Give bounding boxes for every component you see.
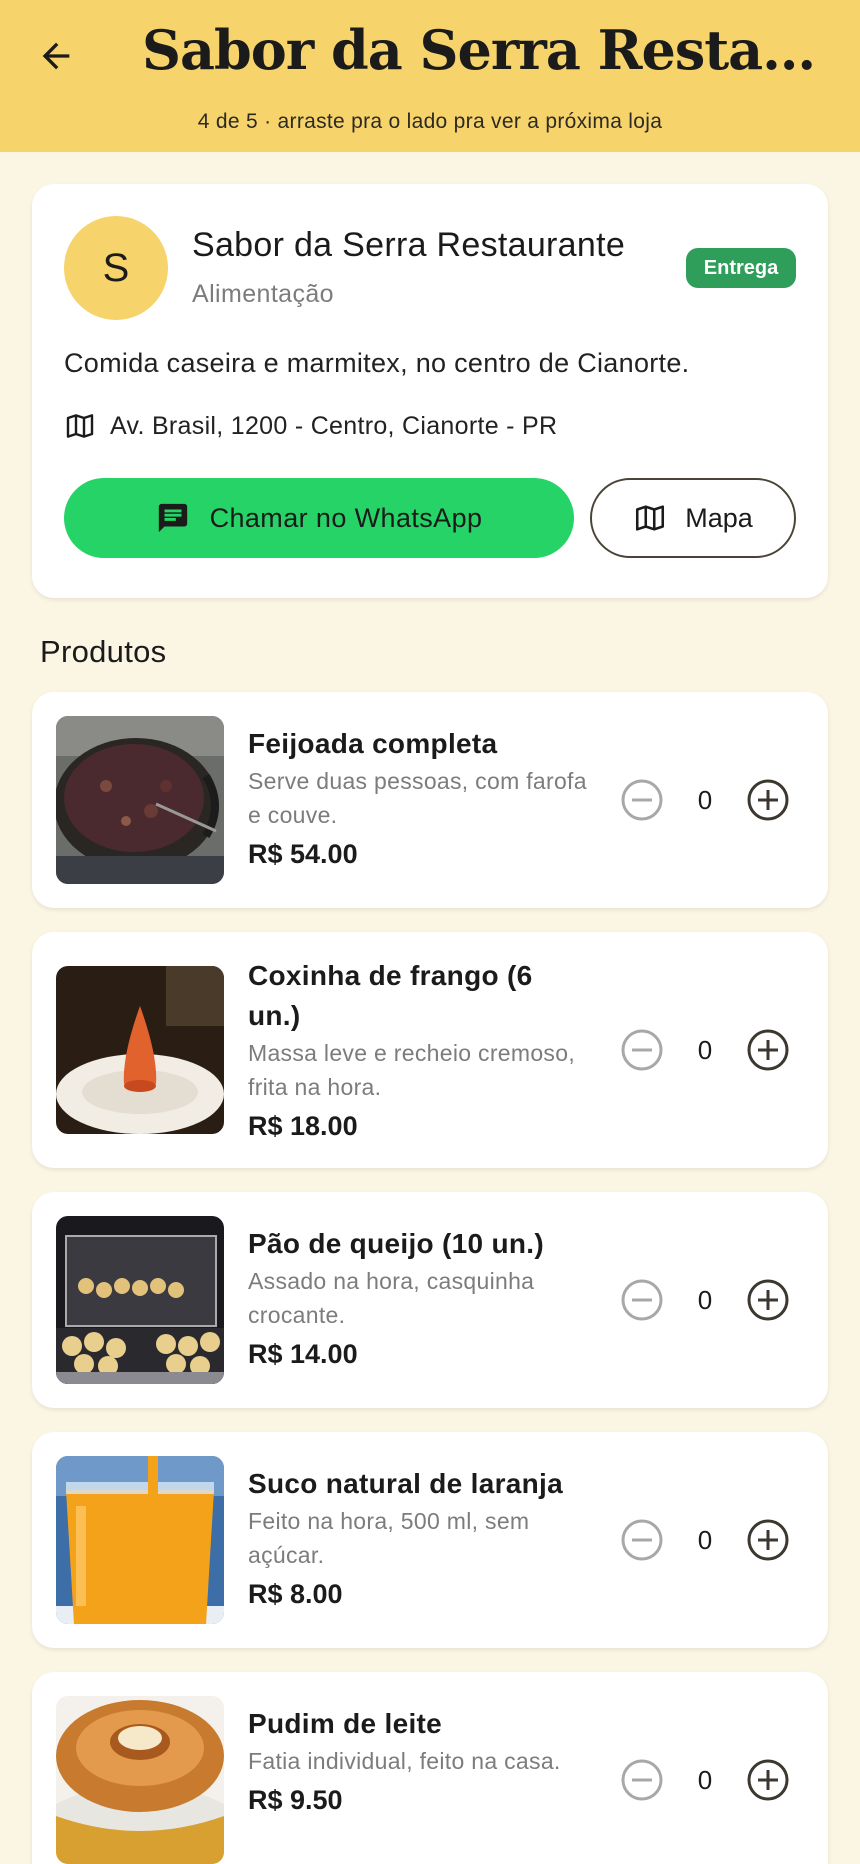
quantity-stepper: 0 bbox=[620, 1518, 790, 1562]
product-card: Feijoada completa Serve duas pessoas, co… bbox=[32, 692, 828, 908]
map-button[interactable]: Mapa bbox=[590, 478, 796, 558]
decrease-button[interactable] bbox=[620, 778, 664, 822]
decrease-button[interactable] bbox=[620, 1518, 664, 1562]
store-address: Av. Brasil, 1200 - Centro, Cianorte - PR bbox=[64, 406, 557, 446]
feijoada-image bbox=[56, 716, 224, 884]
increase-button[interactable] bbox=[746, 1518, 790, 1562]
pudim-image bbox=[56, 1696, 224, 1864]
page-title: Sabor da Serra Restaur… bbox=[142, 18, 832, 82]
product-info: Pão de queijo (10 un.) Assado na hora, c… bbox=[248, 1224, 588, 1374]
increase-button[interactable] bbox=[746, 1758, 790, 1802]
product-price: R$ 54.00 bbox=[248, 839, 358, 869]
store-avatar: S bbox=[64, 216, 168, 320]
pao-de-queijo-image bbox=[56, 1216, 224, 1384]
map-icon bbox=[66, 414, 94, 438]
map-icon bbox=[636, 505, 665, 531]
store-name: Sabor da Serra Restaurante bbox=[192, 226, 626, 264]
whatsapp-button-label: Chamar no WhatsApp bbox=[209, 502, 483, 533]
map-button-label: Mapa bbox=[685, 502, 753, 533]
product-name: Pudim de leite bbox=[248, 1708, 443, 1739]
product-info: Coxinha de frango (6 un.) Massa leve e r… bbox=[248, 956, 588, 1146]
quantity-stepper: 0 bbox=[620, 1758, 790, 1802]
product-card: Suco natural de laranja Feito na hora, 5… bbox=[32, 1432, 828, 1648]
minus-circle-icon bbox=[621, 1519, 663, 1561]
product-card: Coxinha de frango (6 un.) Massa leve e r… bbox=[32, 932, 828, 1168]
arrow-left-icon bbox=[42, 42, 70, 70]
product-info: Suco natural de laranja Feito na hora, 5… bbox=[248, 1464, 588, 1614]
store-category: Alimentação bbox=[192, 280, 334, 308]
minus-circle-icon bbox=[621, 1279, 663, 1321]
increase-button[interactable] bbox=[746, 1028, 790, 1072]
decrease-button[interactable] bbox=[620, 1278, 664, 1322]
product-card: Pão de queijo (10 un.) Assado na hora, c… bbox=[32, 1192, 828, 1408]
minus-circle-icon bbox=[621, 779, 663, 821]
quantity-stepper: 0 bbox=[620, 1278, 790, 1322]
plus-circle-icon bbox=[747, 1029, 789, 1071]
plus-circle-icon bbox=[747, 1519, 789, 1561]
product-description: Fatia individual, feito na casa. bbox=[248, 1748, 561, 1774]
product-name: Feijoada completa bbox=[248, 728, 498, 759]
minus-circle-icon bbox=[621, 1029, 663, 1071]
product-name: Coxinha de frango (6 un.) bbox=[248, 960, 533, 1031]
delivery-badge: Entrega bbox=[686, 248, 796, 288]
quantity-value: 0 bbox=[697, 1034, 713, 1065]
plus-circle-icon bbox=[747, 1759, 789, 1801]
back-button[interactable] bbox=[30, 30, 82, 82]
swipe-hint: 4 de 5 · arraste pra o lado pra ver a pr… bbox=[197, 110, 663, 133]
increase-button[interactable] bbox=[746, 778, 790, 822]
quantity-value: 0 bbox=[697, 1764, 713, 1795]
product-description: Feito na hora, 500 ml, sem açúcar. bbox=[248, 1508, 530, 1568]
quantity-stepper: 0 bbox=[620, 778, 790, 822]
store-description: Comida caseira e marmitex, no centro de … bbox=[64, 348, 690, 378]
quantity-stepper: 0 bbox=[620, 1028, 790, 1072]
decrease-button[interactable] bbox=[620, 1028, 664, 1072]
chat-icon bbox=[158, 503, 187, 533]
increase-button[interactable] bbox=[746, 1278, 790, 1322]
quantity-value: 0 bbox=[697, 1284, 713, 1315]
product-price: R$ 18.00 bbox=[248, 1111, 358, 1141]
product-info: Feijoada completa Serve duas pessoas, co… bbox=[248, 724, 588, 874]
product-description: Serve duas pessoas, com farofa e couve. bbox=[248, 768, 587, 828]
quantity-value: 0 bbox=[697, 1524, 713, 1555]
coxinha-image bbox=[56, 966, 224, 1134]
plus-circle-icon bbox=[747, 779, 789, 821]
store-card: S Sabor da Serra Restaurante Alimentação… bbox=[32, 184, 828, 598]
app-header: Sabor da Serra Restaur… 4 de 5 · arraste… bbox=[0, 0, 860, 152]
minus-circle-icon bbox=[621, 1759, 663, 1801]
quantity-value: 0 bbox=[697, 784, 713, 815]
whatsapp-button[interactable]: Chamar no WhatsApp bbox=[64, 478, 574, 558]
products-heading: Produtos bbox=[40, 634, 167, 669]
plus-circle-icon bbox=[747, 1279, 789, 1321]
product-price: R$ 14.00 bbox=[248, 1339, 358, 1369]
product-description: Massa leve e recheio cremoso, frita na h… bbox=[248, 1040, 576, 1100]
product-price: R$ 8.00 bbox=[248, 1579, 343, 1609]
product-info: Pudim de leite Fatia individual, feito n… bbox=[248, 1704, 588, 1820]
decrease-button[interactable] bbox=[620, 1758, 664, 1802]
product-name: Suco natural de laranja bbox=[248, 1468, 563, 1499]
address-text: Av. Brasil, 1200 - Centro, Cianorte - PR bbox=[110, 411, 558, 440]
product-price: R$ 9.50 bbox=[248, 1785, 343, 1815]
orange-juice-image bbox=[56, 1456, 224, 1624]
product-description: Assado na hora, casquinha crocante. bbox=[248, 1268, 535, 1328]
product-name: Pão de queijo (10 un.) bbox=[248, 1228, 544, 1259]
product-card: Pudim de leite Fatia individual, feito n… bbox=[32, 1672, 828, 1864]
